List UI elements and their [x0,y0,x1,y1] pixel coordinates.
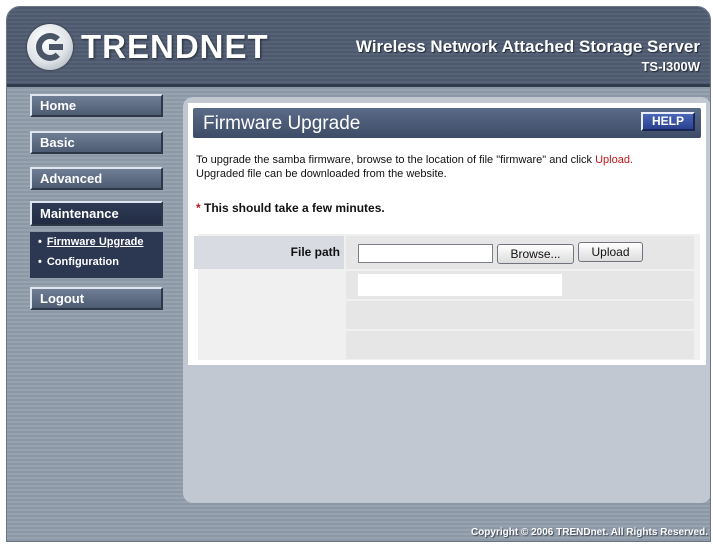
content-area: Firmware Upgrade HELP To upgrade the sam… [188,103,706,365]
trendnet-logo-icon [27,24,73,70]
bullet-icon: • [38,236,42,248]
product-model: TS-I300W [641,59,700,74]
nav-advanced[interactable]: Advanced [30,167,163,190]
nav-home[interactable]: Home [30,94,163,117]
upload-keyword: Upload. [595,154,634,166]
file-path-label-cell: File path [194,236,344,269]
page-title: Firmware Upgrade [203,113,361,134]
product-title: Wireless Network Attached Storage Server [355,37,700,56]
empty-row [346,301,694,329]
brand-name: TRENDNET [81,28,269,65]
browse-button[interactable]: Browse... [497,244,574,264]
page-frame: TRENDNET Wireless Network Attached Stora… [6,6,711,542]
submenu-firmware-upgrade[interactable]: • Firmware Upgrade [38,236,143,248]
submenu-configuration[interactable]: • Configuration [38,256,119,268]
header: TRENDNET Wireless Network Attached Stora… [7,7,710,87]
nav-basic[interactable]: Basic [30,131,163,154]
nav-logout[interactable]: Logout [30,287,163,310]
trendnet-logo: TRENDNET [27,21,269,73]
file-path-label: File path [290,245,340,259]
warning-note: * This should take a few minutes. [196,201,385,215]
help-button[interactable]: HELP [641,112,695,131]
copyright: Copyright © 2006 TRENDnet. All Rights Re… [470,527,708,538]
nav-maintenance[interactable]: Maintenance [30,201,163,226]
bullet-icon: • [38,256,42,268]
description: To upgrade the samba firmware, browse to… [196,154,634,180]
upload-status-box [358,274,562,296]
upload-button[interactable]: Upload [578,242,643,262]
file-path-input[interactable] [358,244,493,263]
title-bar: Firmware Upgrade HELP [193,108,701,138]
maintenance-submenu: • Firmware Upgrade • Configuration [30,232,163,278]
empty-row [346,331,694,359]
